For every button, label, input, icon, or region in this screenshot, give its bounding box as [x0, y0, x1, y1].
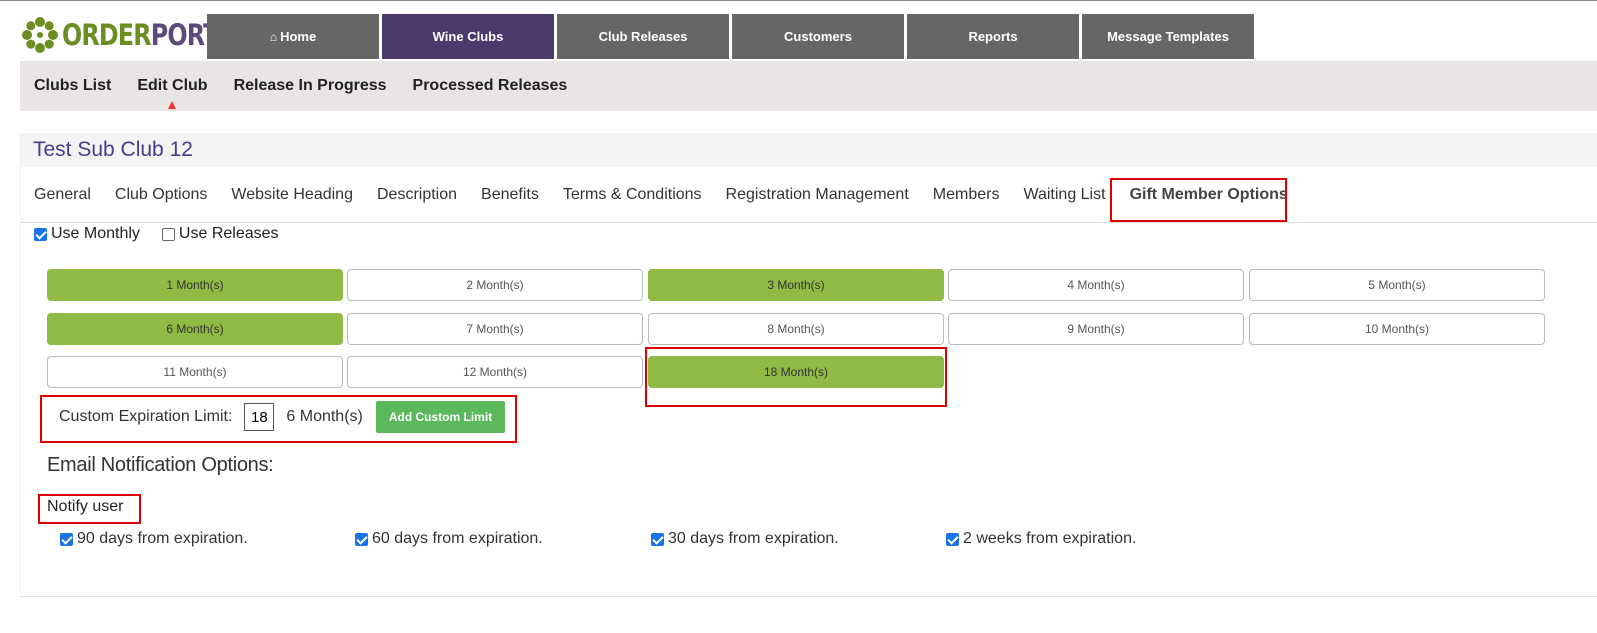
custom-expiration-unit: 6 Month(s) — [286, 408, 363, 425]
notify-30-days-checkbox[interactable] — [651, 532, 664, 546]
month-option-12[interactable]: 12 Month(s) — [347, 356, 643, 388]
month-option-6[interactable]: 6 Month(s) — [47, 313, 343, 345]
month-option-18[interactable]: 18 Month(s) — [648, 356, 944, 388]
add-custom-limit-button[interactable]: Add Custom Limit — [375, 401, 506, 433]
nav-wine-clubs-label: Wine Clubs — [432, 29, 504, 44]
notify-90-days-label: 90 days from expiration. — [77, 530, 248, 547]
home-icon: ⌂ — [269, 29, 278, 44]
nav-home-label: Home — [280, 29, 317, 44]
custom-expiration-input[interactable] — [244, 403, 275, 431]
custom-expiration-label: Custom Expiration Limit: — [59, 408, 233, 425]
month-option-10[interactable]: 10 Month(s) — [1249, 313, 1545, 345]
tab-gift-member-options[interactable]: Gift Member Options — [1130, 186, 1288, 204]
nav-message-templates-label: Message Templates — [1107, 29, 1229, 44]
tab-waiting-list[interactable]: Waiting List — [1023, 186, 1105, 204]
nav-customers-label: Customers — [784, 29, 852, 44]
logo-wordmark: ORDERPORT — [62, 18, 219, 52]
nav-reports-label: Reports — [968, 29, 1018, 44]
page: ORDERPORT ⌂ Home Wine Clubs Club Releases… — [0, 0, 1597, 633]
custom-expiration-row: Custom Expiration Limit: 6 Month(s) Add … — [59, 401, 506, 433]
subnav-release-in-progress[interactable]: Release In Progress — [234, 77, 387, 95]
notify-30-days-label: 30 days from expiration. — [668, 530, 839, 547]
nav-customers-button[interactable]: Customers — [732, 14, 904, 59]
logo-text-order: ORDER — [62, 18, 152, 52]
notify-30-days-option[interactable]: 30 days from expiration. — [651, 530, 839, 548]
month-option-11[interactable]: 11 Month(s) — [47, 356, 343, 388]
subnav-clubs-list[interactable]: Clubs List — [34, 77, 111, 95]
nav-message-templates-button[interactable]: Message Templates — [1082, 14, 1254, 59]
month-option-3[interactable]: 3 Month(s) — [648, 269, 944, 301]
tab-benefits[interactable]: Benefits — [481, 186, 539, 204]
use-releases-option[interactable]: Use Releases — [161, 225, 279, 243]
month-option-1[interactable]: 1 Month(s) — [47, 269, 343, 301]
use-monthly-label: Use Monthly — [51, 225, 140, 242]
notify-2-weeks-option[interactable]: 2 weeks from expiration. — [946, 530, 1136, 548]
panel-header: Test Sub Club 12 — [21, 133, 1597, 167]
nav-club-releases-button[interactable]: Club Releases — [557, 14, 729, 59]
notify-60-days-checkbox[interactable] — [355, 532, 368, 546]
tab-description[interactable]: Description — [377, 186, 457, 204]
email-notification-heading: Email Notification Options: — [47, 454, 274, 476]
top-navigation: ⌂ Home Wine Clubs Club Releases Customers… — [207, 14, 1257, 59]
subnav-processed-releases[interactable]: Processed Releases — [413, 77, 568, 95]
notify-2-weeks-label: 2 weeks from expiration. — [963, 530, 1137, 547]
month-option-9[interactable]: 9 Month(s) — [948, 313, 1244, 345]
tab-registration-management[interactable]: Registration Management — [726, 186, 909, 204]
tab-members[interactable]: Members — [933, 186, 1000, 204]
notify-2-weeks-checkbox[interactable] — [946, 532, 959, 546]
month-option-5[interactable]: 5 Month(s) — [1249, 269, 1545, 301]
nav-reports-button[interactable]: Reports — [907, 14, 1079, 59]
month-option-8[interactable]: 8 Month(s) — [648, 313, 944, 345]
page-title: Test Sub Club 12 — [33, 138, 193, 161]
notify-options: 90 days from expiration. 60 days from ex… — [60, 530, 1260, 550]
club-tabs: General Club Options Website Heading Des… — [21, 167, 1597, 223]
notify-90-days-option[interactable]: 90 days from expiration. — [60, 530, 248, 548]
month-option-2[interactable]: 2 Month(s) — [347, 269, 643, 301]
tab-club-options[interactable]: Club Options — [115, 186, 208, 204]
flower-logo-icon — [22, 17, 58, 53]
notify-user-label: Notify user — [47, 498, 124, 515]
use-releases-label: Use Releases — [178, 225, 279, 242]
nav-wine-clubs-button[interactable]: Wine Clubs — [382, 14, 554, 59]
notify-90-days-checkbox[interactable] — [60, 532, 73, 546]
subnav-edit-club[interactable]: Edit Club — [137, 77, 208, 109]
month-option-4[interactable]: 4 Month(s) — [948, 269, 1244, 301]
tab-website-heading[interactable]: Website Heading — [231, 186, 353, 204]
club-edit-panel: Test Sub Club 12 General Club Options We… — [20, 133, 1597, 597]
use-releases-checkbox[interactable] — [161, 227, 175, 241]
notify-60-days-option[interactable]: 60 days from expiration. — [355, 530, 543, 548]
notify-60-days-label: 60 days from expiration. — [372, 530, 543, 547]
tab-general[interactable]: General — [34, 186, 91, 204]
usage-options: Use Monthly Use Releases — [34, 225, 301, 243]
nav-home-button[interactable]: ⌂ Home — [207, 14, 379, 59]
use-monthly-option[interactable]: Use Monthly — [34, 225, 140, 243]
tab-terms-conditions[interactable]: Terms & Conditions — [563, 186, 702, 204]
month-option-7[interactable]: 7 Month(s) — [347, 313, 643, 345]
sub-navigation: Clubs List Edit Club Release In Progress… — [20, 61, 1597, 111]
nav-club-releases-label: Club Releases — [598, 29, 688, 44]
use-monthly-checkbox[interactable] — [34, 227, 47, 241]
